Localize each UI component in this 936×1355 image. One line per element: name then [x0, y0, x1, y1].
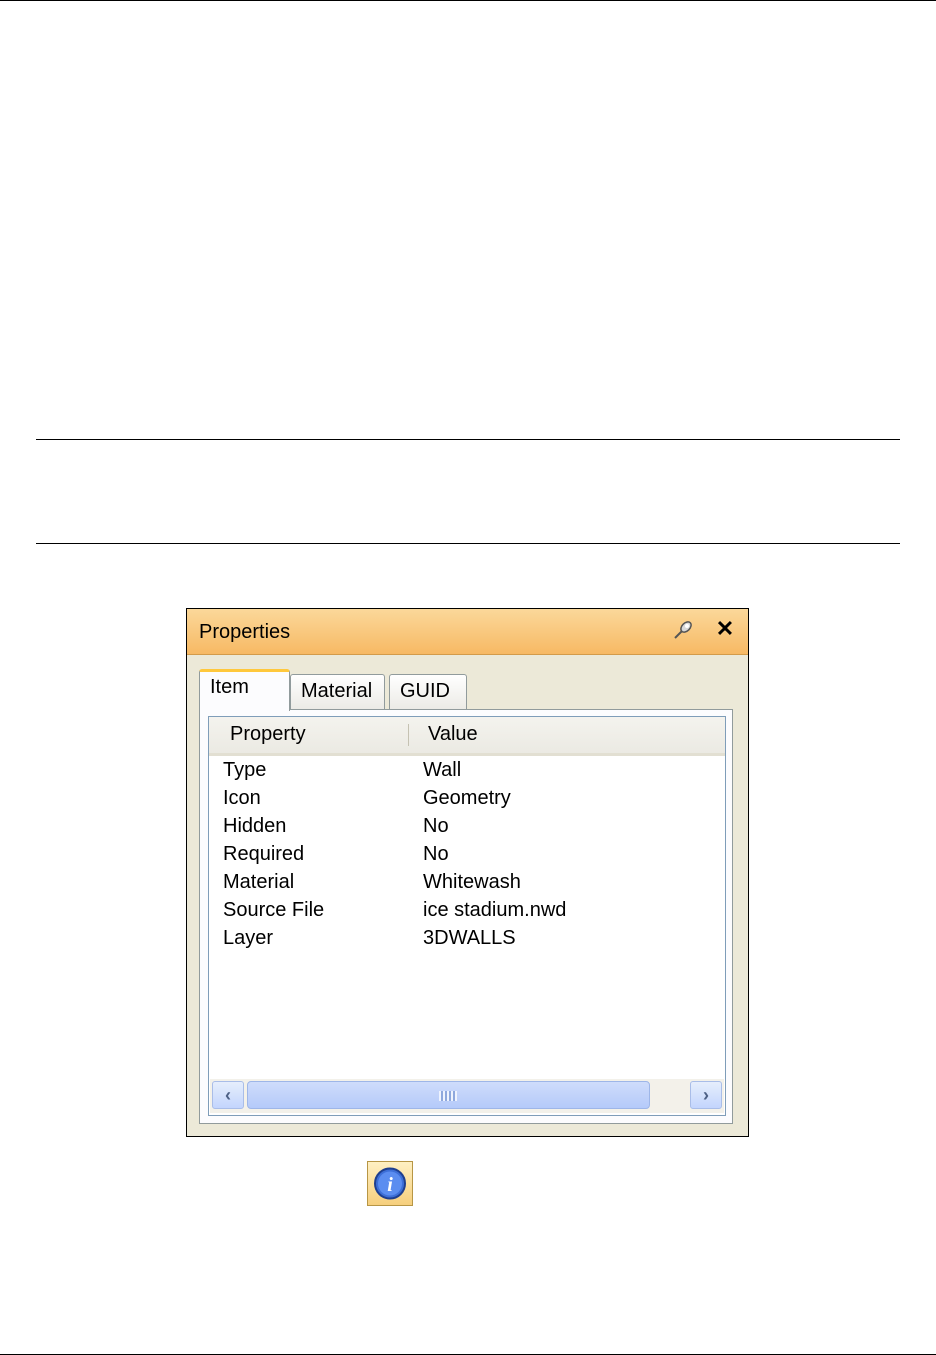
table-row[interactable]: Required No: [209, 843, 725, 871]
table-row[interactable]: Source File ice stadium.nwd: [209, 899, 725, 927]
property-name: Type: [223, 759, 267, 781]
tab-material[interactable]: Material: [290, 674, 385, 709]
property-value: Geometry: [423, 787, 511, 809]
scrollbar-thumb[interactable]: [247, 1081, 650, 1109]
panel-title: Properties: [199, 621, 291, 643]
property-name: Layer: [223, 927, 274, 949]
property-list: Property Value Type Wall Icon Geometry H…: [208, 716, 726, 1116]
property-name: Icon: [223, 787, 261, 809]
property-value: 3DWALLS: [423, 927, 516, 949]
chevron-right-icon: ›: [703, 1085, 709, 1105]
panel-title-bar[interactable]: Properties ✕: [187, 609, 748, 655]
property-value: ice stadium.nwd: [423, 899, 567, 921]
tab-guid-label: GUID: [400, 680, 450, 702]
property-name: Hidden: [223, 815, 287, 837]
table-row[interactable]: Material Whitewash: [209, 871, 725, 899]
chevron-left-icon: ‹: [225, 1085, 231, 1105]
property-value: Wall: [423, 759, 462, 781]
pin-icon[interactable]: [672, 619, 694, 641]
upper-divider-rule: [36, 439, 900, 440]
close-icon[interactable]: ✕: [714, 617, 736, 641]
property-value: No: [423, 815, 449, 837]
scroll-left-button[interactable]: ‹: [212, 1081, 244, 1109]
properties-panel: Properties ✕ Item Material GUID Property…: [186, 608, 749, 1137]
horizontal-scrollbar[interactable]: ‹ ›: [210, 1079, 724, 1113]
tab-content: Property Value Type Wall Icon Geometry H…: [199, 709, 733, 1124]
column-separator[interactable]: [408, 724, 409, 746]
table-row[interactable]: Type Wall: [209, 759, 725, 787]
property-value: No: [423, 843, 449, 865]
tab-guid[interactable]: GUID: [389, 674, 467, 709]
info-icon: i: [367, 1161, 413, 1206]
tab-item[interactable]: Item: [199, 669, 290, 711]
list-header: Property Value: [209, 717, 725, 756]
property-name: Required: [223, 843, 305, 865]
property-name: Source File: [223, 899, 325, 921]
table-row[interactable]: Hidden No: [209, 815, 725, 843]
tab-item-label: Item: [210, 676, 249, 698]
property-value: Whitewash: [423, 871, 521, 893]
column-header-property[interactable]: Property: [230, 723, 306, 746]
scroll-right-button[interactable]: ›: [690, 1081, 722, 1109]
top-rule: [0, 0, 936, 1]
table-row[interactable]: Icon Geometry: [209, 787, 725, 815]
tab-material-label: Material: [301, 680, 373, 702]
property-name: Material: [223, 871, 295, 893]
column-header-value[interactable]: Value: [428, 723, 478, 746]
table-row[interactable]: Layer 3DWALLS: [209, 927, 725, 955]
info-icon-glyph: i: [387, 1174, 393, 1196]
grip-icon: [439, 1091, 457, 1101]
lower-divider-rule: [36, 543, 900, 544]
